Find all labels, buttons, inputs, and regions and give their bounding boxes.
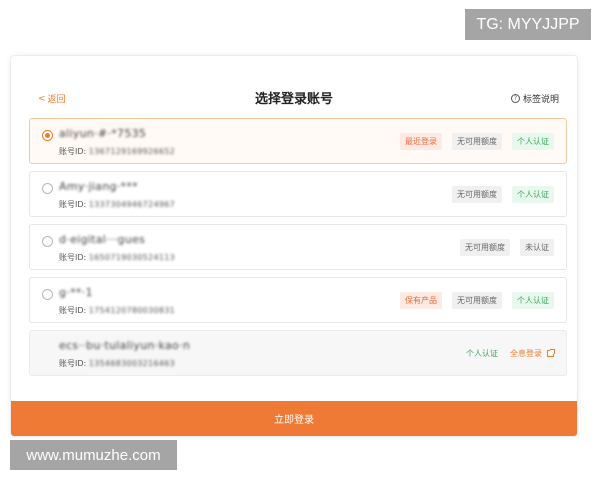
account-id-label: 账号ID: — [59, 359, 87, 368]
site-watermark: www.mumuzhe.com — [10, 440, 177, 470]
tag-has-products: 保有产品 — [400, 292, 442, 309]
tag-recent-login: 最近登录 — [400, 133, 442, 150]
tag-help-link[interactable]: ? 标签说明 — [510, 92, 559, 105]
tag-no-quota: 无可用额度 — [452, 186, 502, 203]
account-id-label: 账号ID: — [59, 200, 87, 209]
tag-group: 无可用额度 未认证 — [460, 239, 554, 256]
page-title: 选择登录账号 — [254, 92, 333, 107]
account-item[interactable]: d·eigital···gues 账号ID: 1650719030524113 … — [29, 224, 567, 270]
tag-no-quota: 无可用额度 — [452, 133, 502, 150]
account-id: 账号ID: 1354683003216463 — [59, 358, 175, 369]
tg-watermark: TG: MYYJJPP — [465, 9, 591, 40]
account-name: ecs··bu·tulaliyun·kao·n — [59, 339, 191, 352]
external-link-icon — [547, 349, 555, 357]
account-id-label: 账号ID: — [59, 253, 87, 262]
account-select-card: < 返回 选择登录账号 ? 标签说明 aliyun·#·*7535 账号ID: … — [10, 55, 578, 437]
tag-group: 无可用额度 个人认证 — [452, 186, 554, 203]
tag-unverified: 未认证 — [520, 239, 554, 256]
account-id-value: 1650719030524113 — [88, 253, 176, 262]
header: < 返回 选择登录账号 ? 标签说明 — [11, 56, 577, 112]
radio-button[interactable] — [42, 236, 53, 247]
help-label: 标签说明 — [522, 95, 559, 105]
account-item[interactable]: Amy·jiang·*** 账号ID: 1337304946724967 无可用… — [29, 171, 567, 217]
account-id: 账号ID: 1367129169926652 — [59, 146, 175, 157]
tag-personal-verified: 个人认证 — [512, 133, 554, 150]
account-name: aliyun·#·*7535 — [59, 127, 147, 140]
account-item[interactable]: g·**·1 账号ID: 1754120780030831 保有产品 无可用额度… — [29, 277, 567, 323]
account-id-value: 1337304946724967 — [88, 200, 176, 209]
account-item-disabled: ecs··bu·tulaliyun·kao·n 账号ID: 1354683003… — [29, 330, 567, 376]
tag-personal-verified: 个人认证 — [512, 292, 554, 309]
tag-no-quota: 无可用额度 — [460, 239, 510, 256]
account-id-value: 1754120780030831 — [88, 306, 176, 315]
account-id-label: 账号ID: — [59, 147, 87, 156]
account-id-label: 账号ID: — [59, 306, 87, 315]
tag-personal-verified: 个人认证 — [512, 186, 554, 203]
account-name: Amy·jiang·*** — [59, 180, 138, 193]
account-id-value: 1354683003216463 — [88, 359, 176, 368]
account-id: 账号ID: 1754120780030831 — [59, 305, 175, 316]
full-login-link[interactable]: 全息登录 — [510, 345, 555, 362]
tag-personal-verified: 个人认证 — [466, 349, 498, 358]
account-name: g·**·1 — [59, 286, 93, 299]
tag-no-quota: 无可用额度 — [452, 292, 502, 309]
account-id: 账号ID: 1650719030524113 — [59, 252, 175, 263]
radio-button[interactable] — [42, 183, 53, 194]
question-icon: ? — [510, 94, 520, 103]
tag-group: 保有产品 无可用额度 个人认证 — [400, 292, 554, 309]
tag-group: 最近登录 无可用额度 个人认证 — [400, 133, 554, 150]
account-name: d·eigital···gues — [59, 233, 146, 246]
tag-group: 个人认证 全息登录 — [464, 345, 555, 362]
radio-button[interactable] — [42, 289, 53, 300]
account-item[interactable]: aliyun·#·*7535 账号ID: 1367129169926652 最近… — [29, 118, 567, 164]
account-id: 账号ID: 1337304946724967 — [59, 199, 175, 210]
account-id-value: 1367129169926652 — [88, 147, 176, 156]
full-login-label: 全息登录 — [510, 349, 542, 358]
radio-button[interactable] — [42, 130, 53, 141]
login-button[interactable]: 立即登录 — [11, 401, 577, 436]
